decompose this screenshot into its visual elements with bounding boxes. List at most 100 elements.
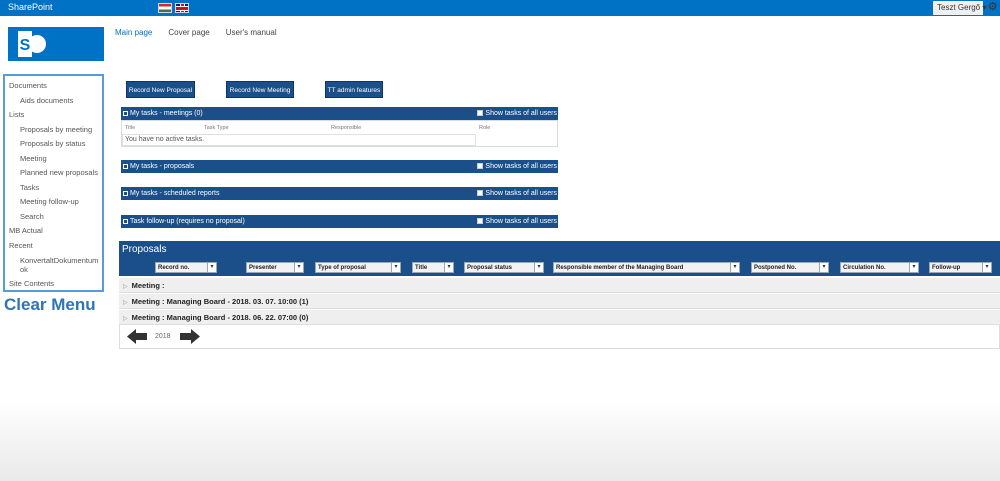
filter-record-no[interactable]: Record no. ▾ xyxy=(155,262,217,273)
ql-lists[interactable]: Lists xyxy=(9,108,102,123)
filter-label: Responsible member of the Managing Board xyxy=(556,265,684,271)
ql-proposals-by-meeting[interactable]: Proposals by meeting xyxy=(9,123,102,138)
checkbox-icon[interactable] xyxy=(477,218,484,225)
no-tasks-message: You have no active tasks. xyxy=(122,134,476,146)
dropdown-arrow-icon[interactable]: ▾ xyxy=(534,263,543,272)
filter-follow-up[interactable]: Follow-up ▾ xyxy=(929,262,992,273)
dropdown-arrow-icon[interactable]: ▾ xyxy=(982,263,991,272)
group-row[interactable]: ▷ Meeting : Managing Board - 2018. 06. 22… xyxy=(119,310,1000,325)
nav-cover-page[interactable]: Cover page xyxy=(168,28,209,37)
ql-recent: Recent xyxy=(9,240,33,250)
expand-icon[interactable] xyxy=(123,163,128,169)
checkbox-icon[interactable] xyxy=(477,163,484,170)
filter-presenter[interactable]: Presenter ▾ xyxy=(246,262,304,273)
expand-icon[interactable] xyxy=(123,190,128,196)
ql-aids-documents[interactable]: Aids documents xyxy=(9,94,102,109)
show-all-users-toggle[interactable]: Show tasks of all users xyxy=(477,187,557,200)
panel-title: My tasks - proposals xyxy=(130,163,195,170)
expand-icon[interactable] xyxy=(123,110,128,116)
ql-tasks[interactable]: Tasks xyxy=(9,181,102,196)
dropdown-arrow-icon[interactable]: ▾ xyxy=(391,263,400,272)
col-task-type[interactable]: Task Type xyxy=(204,125,229,131)
group-row[interactable]: ▷ Meeting : Managing Board - 2018. 03. 07… xyxy=(119,294,1000,309)
filter-label: Title xyxy=(415,265,428,271)
page-footer-area xyxy=(0,400,1000,481)
filter-type-of-proposal[interactable]: Type of proposal ▾ xyxy=(315,262,401,273)
pager: 2018 xyxy=(119,325,1000,349)
meetings-task-table: Title Task Type Responsible Role You hav… xyxy=(121,120,558,147)
expand-triangle-icon[interactable]: ▷ xyxy=(123,316,128,322)
record-new-proposal-button[interactable]: Record New Proposal xyxy=(126,81,195,98)
show-all-users-toggle[interactable]: Show tasks of all users xyxy=(477,107,557,120)
record-new-meeting-button[interactable]: Record New Meeting xyxy=(226,81,294,98)
show-all-label: Show tasks of all users xyxy=(485,110,557,117)
site-logo[interactable]: S xyxy=(8,27,104,61)
group-row[interactable]: ▷ Meeting : xyxy=(119,278,1000,293)
panel-my-tasks-scheduled-reports[interactable]: My tasks - scheduled reports Show tasks … xyxy=(121,187,558,200)
expand-triangle-icon[interactable]: ▷ xyxy=(123,284,128,290)
suite-title[interactable]: SharePoint xyxy=(8,2,53,12)
dropdown-arrow-icon[interactable]: ▾ xyxy=(207,263,216,272)
show-all-label: Show tasks of all users xyxy=(485,218,557,225)
ql-search[interactable]: Search xyxy=(9,210,102,225)
user-menu[interactable]: Teszt Gergő ▾ xyxy=(933,1,986,15)
checkbox-icon[interactable] xyxy=(477,110,484,117)
checkbox-icon[interactable] xyxy=(477,190,484,197)
nav-users-manual[interactable]: User's manual xyxy=(226,28,277,37)
show-all-label: Show tasks of all users xyxy=(485,163,557,170)
hungarian-flag-icon[interactable] xyxy=(158,3,172,13)
ql-site-contents[interactable]: Site Contents xyxy=(9,277,102,292)
gear-icon[interactable]: ⚙ xyxy=(987,2,998,13)
filter-label: Postponed No. xyxy=(754,265,797,271)
proposals-filter-bar: Record no. ▾ Presenter ▾ Type of proposal ▾… xyxy=(119,259,1000,276)
filter-label: Presenter xyxy=(249,265,277,271)
show-all-label: Show tasks of all users xyxy=(485,190,557,197)
filter-label: Type of proposal xyxy=(318,265,366,271)
panel-title: Task follow-up (requires no proposal) xyxy=(130,218,245,225)
task-table-header: Title Task Type Responsible Role xyxy=(122,123,557,133)
group-label: Meeting : xyxy=(131,281,165,290)
pager-label: 2018 xyxy=(155,333,171,340)
panel-task-follow-up[interactable]: Task follow-up (requires no proposal) Sh… xyxy=(121,215,558,228)
ql-konvertalt-dokumentumok[interactable]: KonvertaltDokumentum ok xyxy=(9,253,102,277)
ql-mb-actual[interactable]: MB Actual xyxy=(9,224,102,239)
show-all-users-toggle[interactable]: Show tasks of all users xyxy=(477,215,557,228)
filter-proposal-status[interactable]: Proposal status ▾ xyxy=(464,262,544,273)
dropdown-arrow-icon[interactable]: ▾ xyxy=(909,263,918,272)
ql-meeting[interactable]: Meeting xyxy=(9,152,102,167)
filter-circulation-no[interactable]: Circulation No. ▾ xyxy=(840,262,919,273)
show-all-users-toggle[interactable]: Show tasks of all users xyxy=(477,160,557,173)
ql-documents[interactable]: Documents xyxy=(9,79,102,94)
filter-title[interactable]: Title ▾ xyxy=(412,262,454,273)
arrow-right-icon[interactable] xyxy=(180,329,200,344)
col-role[interactable]: Role xyxy=(479,125,490,131)
dropdown-arrow-icon[interactable]: ▾ xyxy=(819,263,828,272)
dropdown-arrow-icon[interactable]: ▾ xyxy=(730,263,739,272)
group-label: Meeting : Managing Board - 2018. 06. 22.… xyxy=(131,313,309,322)
filter-postponed-no[interactable]: Postponed No. ▾ xyxy=(751,262,829,273)
ql-planned-new-proposals[interactable]: Planned new proposals xyxy=(9,166,102,181)
panel-my-tasks-proposals[interactable]: My tasks - proposals Show tasks of all u… xyxy=(121,160,558,173)
col-title[interactable]: Title xyxy=(125,125,135,131)
col-responsible[interactable]: Responsible xyxy=(331,125,361,131)
top-navigation: Main page Cover page User's manual xyxy=(115,28,277,37)
suite-bar: SharePoint Teszt Gergő ▾ ⚙ xyxy=(0,0,1000,16)
panel-title: My tasks - scheduled reports xyxy=(130,190,220,197)
arrow-left-icon[interactable] xyxy=(127,329,147,344)
nav-main-page[interactable]: Main page xyxy=(115,28,152,37)
filter-label: Proposal status xyxy=(467,265,513,271)
admin-features-button[interactable]: TT admin features xyxy=(325,81,383,98)
dropdown-arrow-icon[interactable]: ▾ xyxy=(294,263,303,272)
expand-icon[interactable] xyxy=(123,218,128,224)
quick-launch: Documents Aids documents Lists Proposals… xyxy=(3,74,104,292)
expand-triangle-icon[interactable]: ▷ xyxy=(123,300,128,306)
dropdown-arrow-icon[interactable]: ▾ xyxy=(444,263,453,272)
panel-my-tasks-meetings[interactable]: My tasks - meetings (0) Show tasks of al… xyxy=(121,107,558,120)
filter-responsible-member[interactable]: Responsible member of the Managing Board… xyxy=(553,262,740,273)
filter-label: Circulation No. xyxy=(843,265,886,271)
uk-flag-icon[interactable] xyxy=(175,3,189,13)
ql-meeting-follow-up[interactable]: Meeting follow-up xyxy=(9,195,102,210)
ql-proposals-by-status[interactable]: Proposals by status xyxy=(9,137,102,152)
proposals-header: Proposals xyxy=(119,241,1000,259)
sharepoint-logo-icon: S xyxy=(18,31,46,57)
